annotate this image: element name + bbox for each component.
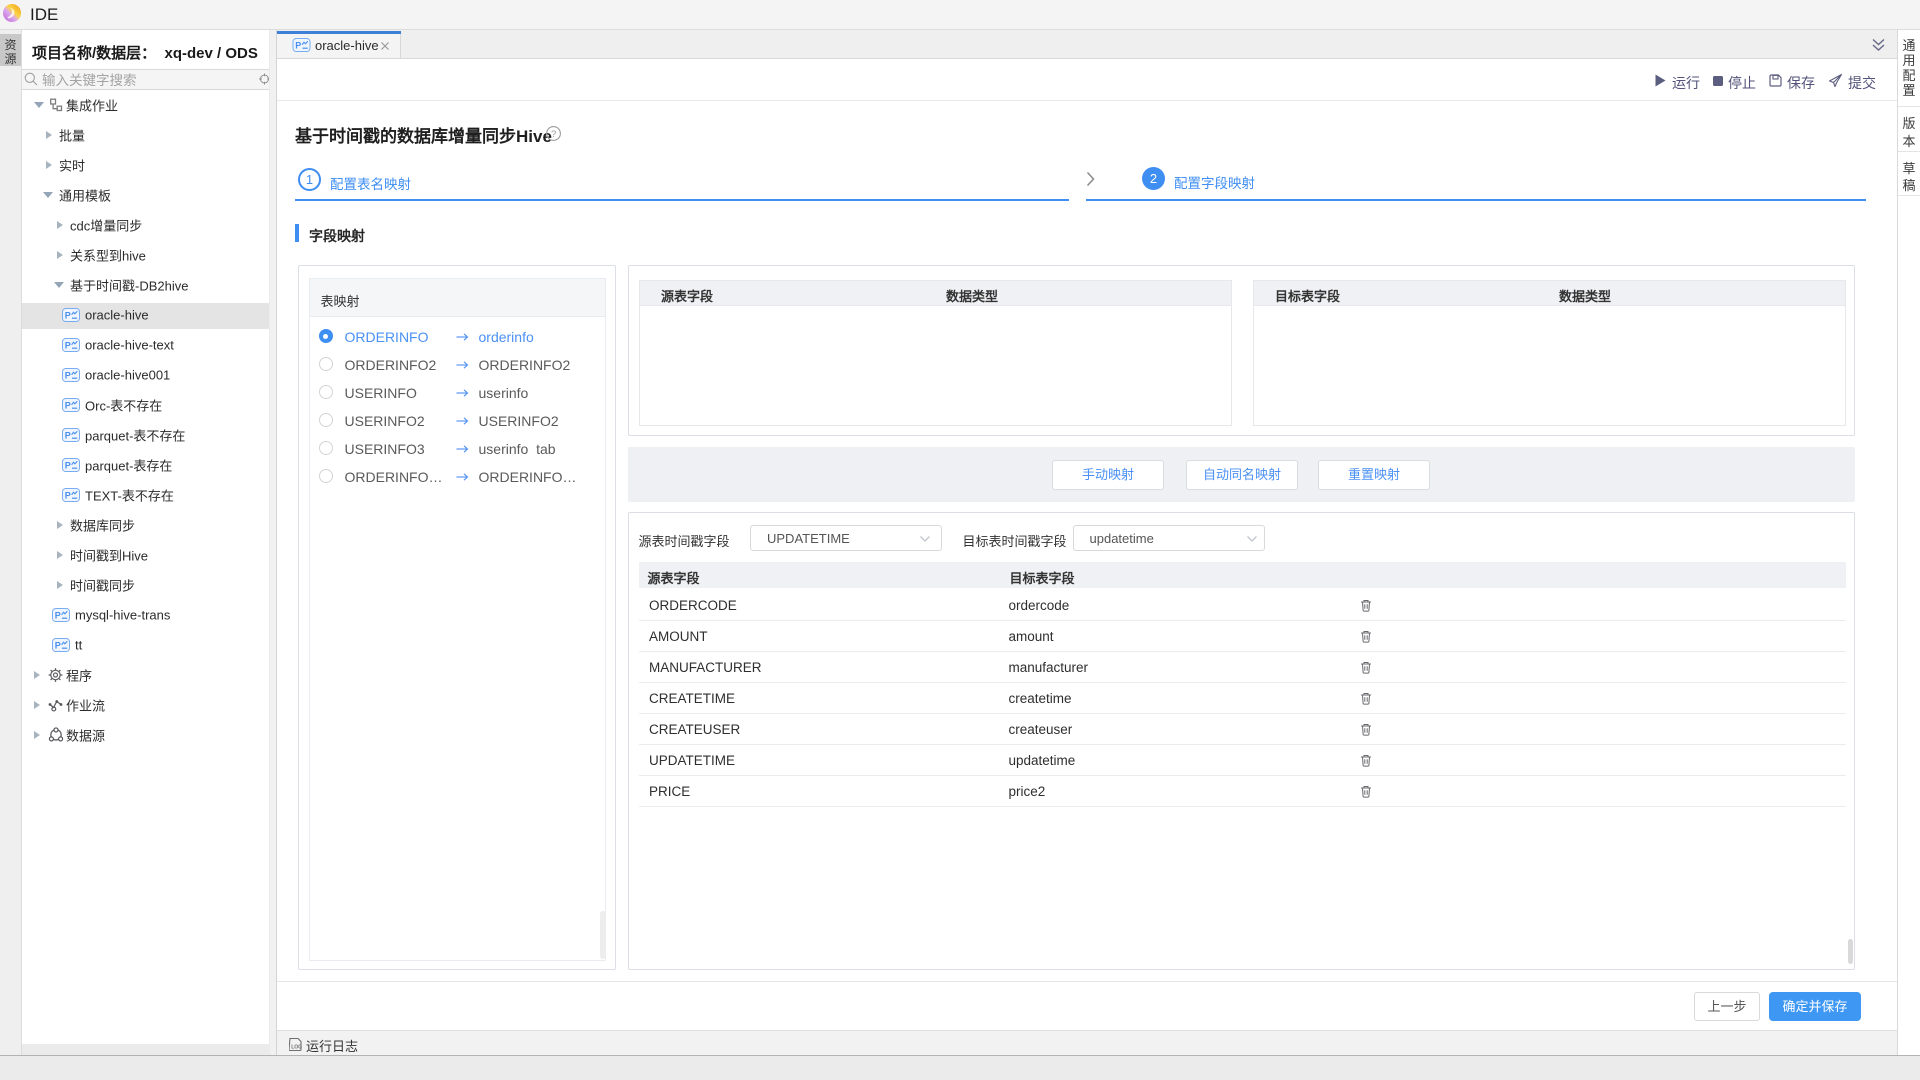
svg-text:LOG: LOG (291, 1045, 302, 1051)
svg-text:?: ? (551, 129, 556, 140)
